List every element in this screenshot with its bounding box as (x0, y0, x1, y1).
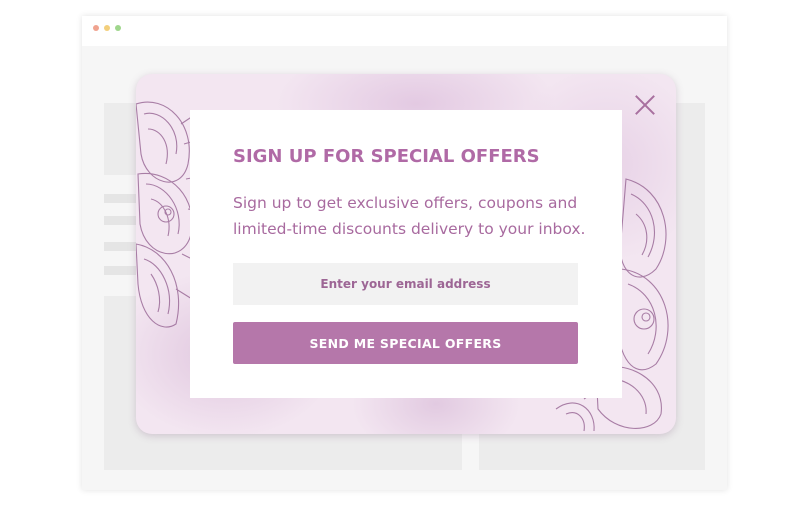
browser-title-bar (82, 16, 727, 46)
placeholder-line (104, 216, 137, 225)
placeholder-line (104, 266, 137, 275)
close-icon[interactable] (634, 94, 656, 116)
window-close-dot[interactable] (93, 25, 99, 31)
window-maximize-dot[interactable] (115, 25, 121, 31)
email-input[interactable] (233, 263, 578, 305)
signup-card: SIGN UP FOR SPECIAL OFFERS Sign up to ge… (190, 110, 622, 398)
popup-description: Sign up to get exclusive offers, coupons… (233, 194, 586, 238)
send-offers-button[interactable]: SEND ME SPECIAL OFFERS (233, 322, 578, 364)
placeholder-line (104, 194, 137, 203)
window-minimize-dot[interactable] (104, 25, 110, 31)
signup-popup: SIGN UP FOR SPECIAL OFFERS Sign up to ge… (136, 74, 676, 434)
placeholder-line (104, 242, 137, 251)
popup-title: SIGN UP FOR SPECIAL OFFERS (233, 146, 540, 167)
